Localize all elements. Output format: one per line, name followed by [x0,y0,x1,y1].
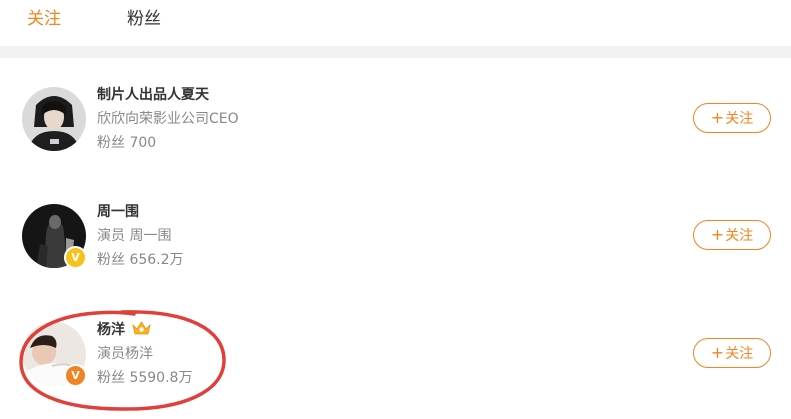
tab-fans[interactable]: 粉丝 [127,8,161,30]
divider [0,46,791,58]
user-description: 欣欣向荣影业公司CEO [97,111,239,127]
fan-count: 粉丝 656.2万 [97,251,184,269]
avatar[interactable]: V [22,204,87,269]
list-item[interactable]: 制片人出品人夏天 欣欣向荣影业公司CEO 粉丝 700 + 关注 [0,58,791,174]
fan-value: 656.2万 [129,252,184,268]
user-description: 演员 周一围 [97,228,172,244]
following-page: 关注 粉丝 制片人出品人夏天 欣欣向荣影业公司CEO 粉丝 700 + 关注 V… [0,0,791,419]
plus-icon: + [710,225,725,244]
verified-badge-icon: V [64,246,87,269]
fan-value: 5590.8万 [129,370,193,386]
user-name[interactable]: 制片人出品人夏天 [97,86,209,104]
follow-button[interactable]: + 关注 [693,103,771,133]
fan-count: 粉丝 5590.8万 [97,369,192,387]
user-description: 演员杨洋 [97,346,153,362]
follow-button[interactable]: + 关注 [693,338,771,368]
avatar[interactable] [22,87,86,151]
user-name[interactable]: 杨洋 [97,322,125,338]
tab-bar: 关注 粉丝 [0,0,791,46]
follow-button[interactable]: + 关注 [693,220,771,250]
crown-icon [132,321,151,335]
follow-button-label: 关注 [725,111,754,127]
follow-button-label: 关注 [725,228,754,244]
list-item[interactable]: V 周一围 演员 周一围 粉丝 656.2万 + 关注 [0,175,791,291]
fan-label: 粉丝 [97,252,125,268]
fan-label: 粉丝 [97,370,125,386]
avatar[interactable]: V [22,322,87,387]
follow-button-label: 关注 [725,346,754,362]
list-item[interactable]: V 杨洋 演员杨洋 粉丝 5590.8万 + 关注 [0,293,791,409]
verified-badge-icon: V [64,364,87,387]
fan-value: 700 [129,135,157,151]
user-name-wrap[interactable]: 杨洋 [97,321,151,339]
plus-icon: + [710,343,725,362]
fan-label: 粉丝 [97,135,125,151]
tab-following[interactable]: 关注 [27,8,61,30]
user-name[interactable]: 周一围 [97,203,139,221]
plus-icon: + [710,108,725,127]
fan-count: 粉丝 700 [97,134,156,152]
